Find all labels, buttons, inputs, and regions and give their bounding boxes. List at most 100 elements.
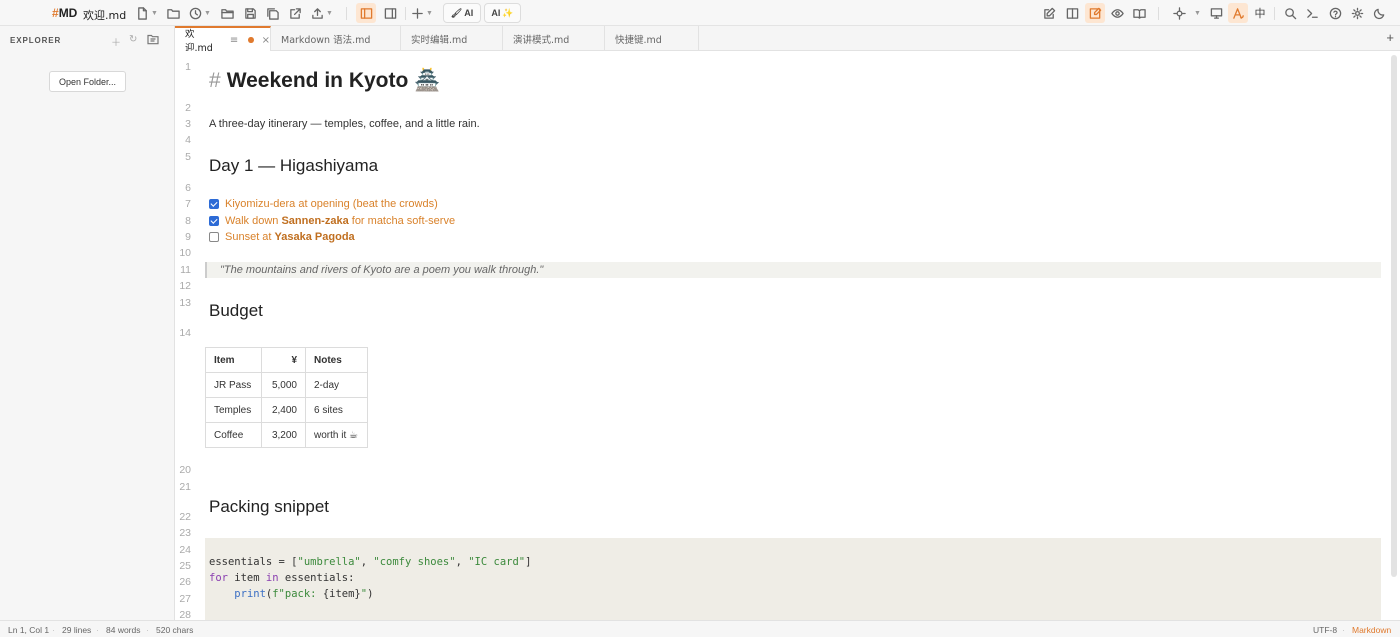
line-number: 14 [179, 327, 191, 339]
line-number: 8 [185, 215, 191, 227]
cursor-position[interactable]: Ln 1, Col 1 [8, 625, 49, 635]
heading-budget[interactable]: Budget [209, 301, 263, 321]
task-item[interactable]: Kiyomizu-dera at opening (beat the crowd… [209, 198, 438, 210]
tab-markdown-syntax[interactable]: Markdown 语法.md [271, 26, 401, 51]
checkbox-checked[interactable] [209, 216, 219, 226]
word-count: 84 words [106, 625, 141, 635]
ai-brush-button[interactable]: 🖌 AI [443, 3, 481, 23]
external-link-icon [289, 7, 301, 19]
task-text-pre: Walk down [225, 215, 282, 227]
refresh-icon[interactable]: ↻ [129, 34, 137, 45]
split-view-button[interactable] [1063, 3, 1081, 23]
recent-files-button[interactable]: ▼ [188, 3, 212, 23]
pencil-square-icon [1043, 7, 1055, 19]
eye-icon [1110, 8, 1124, 18]
heading-1-text: Weekend in Kyoto 🏯 [226, 69, 441, 92]
settings-button[interactable] [1348, 3, 1366, 23]
new-file-icon [138, 6, 147, 20]
new-file-button[interactable]: ▼ [136, 3, 158, 23]
new-file-icon[interactable]: ＋ [111, 34, 121, 49]
line-number: 12 [179, 280, 191, 292]
tab-live-edit[interactable]: 实时编辑.md [401, 26, 503, 51]
theme-toggle-button[interactable] [1370, 3, 1388, 23]
checkbox-checked[interactable] [209, 199, 219, 209]
line-number: 1 [185, 61, 191, 73]
share-button[interactable]: ▼ [310, 3, 334, 23]
typography-button[interactable] [1228, 3, 1248, 23]
presentation-button[interactable] [1207, 3, 1225, 23]
line-number: 5 [185, 151, 191, 163]
task-text-pre: Sunset at [225, 231, 275, 243]
save-all-button[interactable] [263, 3, 281, 23]
monitor-icon [1210, 7, 1222, 19]
code-block[interactable]: essentials = ["umbrella", "comfy shoes",… [205, 538, 1381, 620]
budget-table[interactable]: Item ¥ Notes JR Pass 5,000 2-day Temples… [205, 347, 368, 448]
toggle-preview-pane-button[interactable] [380, 3, 400, 23]
encoding[interactable]: UTF-8 [1313, 625, 1337, 635]
task-text-post: for matcha soft-serve [348, 215, 456, 227]
task-item[interactable]: Sunset at Yasaka Pagoda [209, 231, 355, 243]
table-row: Coffee 3,200 worth it ☕ [205, 422, 368, 448]
crosshair-icon [1173, 6, 1186, 20]
ai-magic-button[interactable]: AI ✨ [484, 3, 521, 23]
line-number: 26 [179, 576, 191, 588]
open-folder-toolbar-button[interactable] [164, 3, 182, 23]
line-number: 28 [179, 609, 191, 620]
table-row: Temples 2,400 6 sites [205, 397, 368, 423]
editor-scrollbar[interactable] [1391, 55, 1397, 577]
new-tab-button[interactable]: + [1386, 30, 1394, 45]
tab-label: 快捷键.md [615, 34, 662, 46]
language-toggle[interactable]: 中 [1251, 3, 1269, 23]
checkbox-unchecked[interactable] [209, 232, 219, 242]
live-edit-button[interactable] [1085, 3, 1105, 23]
table-header: ¥ [261, 347, 306, 373]
plus-icon [412, 7, 423, 19]
toolbar-divider [346, 7, 347, 20]
terminal-icon [1306, 8, 1318, 18]
terminal-button[interactable] [1303, 3, 1321, 23]
tab-label: Markdown 语法.md [281, 34, 371, 46]
open-workspace-button[interactable] [218, 3, 236, 23]
focus-mode-button[interactable]: ▼ [1172, 3, 1202, 23]
task-text-bold: Sannen-zaka [281, 215, 349, 227]
task-item[interactable]: Walk down Sannen-zaka for matcha soft-se… [209, 215, 455, 227]
export-button[interactable] [286, 3, 304, 23]
toggle-sidebar-button[interactable] [356, 3, 376, 23]
search-button[interactable] [1281, 3, 1299, 23]
open-folder-button[interactable]: Open Folder... [49, 71, 126, 92]
tab-shortcuts[interactable]: 快捷键.md [605, 26, 699, 51]
table-cell: 2,400 [261, 397, 306, 423]
code-line: print(f"pack: {item}") [234, 588, 374, 600]
heading-packing-snippet[interactable]: Packing snippet [209, 497, 329, 517]
preview-button[interactable] [1108, 3, 1126, 23]
save-button[interactable] [241, 3, 259, 23]
folder-notes-icon[interactable] [147, 34, 159, 48]
save-icon [244, 7, 256, 19]
help-button[interactable] [1326, 3, 1344, 23]
blockquote[interactable]: "The mountains and rivers of Kyoto are a… [205, 262, 1381, 278]
line-number: 21 [179, 481, 191, 493]
code-line: essentials = ["umbrella", "comfy shoes",… [209, 556, 532, 568]
table-cell: Temples [205, 397, 262, 423]
language-mode[interactable]: Markdown [1352, 625, 1391, 635]
line-number: 20 [179, 464, 191, 476]
tab-presentation-mode[interactable]: 演讲模式.md [503, 26, 605, 51]
heading-day1[interactable]: Day 1 — Higashiyama [209, 156, 378, 176]
heading-1[interactable]: # Weekend in Kyoto 🏯 [209, 69, 440, 93]
reading-mode-button[interactable] [1130, 3, 1148, 23]
explorer-sidebar: EXPLORER ＋ ↻ Open Folder... [0, 26, 175, 620]
status-separator: · [1342, 625, 1345, 635]
markdown-editor[interactable]: 1 2 3 4 5 6 7 8 9 10 11 12 13 14 20 21 22 23 24 25 26 27 28 # W… [175, 51, 1400, 620]
insert-button[interactable]: ▼ [410, 3, 434, 23]
intro-paragraph[interactable]: A three-day itinerary — temples, coffee,… [209, 118, 480, 130]
code-line: for item in essentials: [209, 572, 355, 584]
table-cell: JR Pass [205, 372, 262, 398]
tab-welcome[interactable]: 欢迎.md ≡ × [175, 26, 271, 54]
menu-icon[interactable]: ≡ [230, 35, 238, 46]
line-number: 6 [185, 182, 191, 194]
task-text-bold: Yasaka Pagoda [274, 231, 355, 243]
edit-mode-button[interactable] [1040, 3, 1058, 23]
explorer-title: EXPLORER [10, 36, 62, 45]
close-icon[interactable]: × [262, 35, 270, 46]
moon-icon [1373, 8, 1384, 19]
